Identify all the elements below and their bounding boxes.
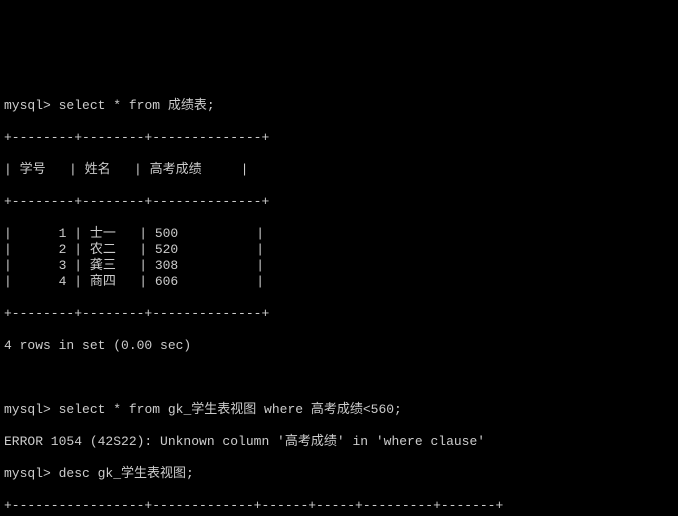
table1-border-bot: +--------+--------+--------------+ bbox=[4, 306, 674, 322]
query-1: select * from 成绩表; bbox=[59, 98, 215, 113]
mysql-prompt: mysql> bbox=[4, 466, 51, 481]
table1-row: | 1 | 士一 | 500 | bbox=[4, 226, 674, 242]
query-2: select * from gk_学生表视图 where 高考成绩<560; bbox=[59, 402, 402, 417]
table2-border-top: +-----------------+-------------+------+… bbox=[4, 498, 674, 514]
table1-row: | 3 | 龚三 | 308 | bbox=[4, 258, 674, 274]
table1-header: | 学号 | 姓名 | 高考成绩 | bbox=[4, 162, 674, 178]
table1-status: 4 rows in set (0.00 sec) bbox=[4, 338, 674, 354]
error-line: ERROR 1054 (42S22): Unknown column '高考成绩… bbox=[4, 434, 674, 450]
table1-row: | 2 | 农二 | 520 | bbox=[4, 242, 674, 258]
mysql-prompt: mysql> bbox=[4, 98, 51, 113]
terminal-output: mysql> select * from 成绩表; +--------+----… bbox=[0, 80, 678, 516]
query-3: desc gk_学生表视图; bbox=[59, 466, 194, 481]
table1-border-top: +--------+--------+--------------+ bbox=[4, 130, 674, 146]
table1-border-mid: +--------+--------+--------------+ bbox=[4, 194, 674, 210]
mysql-prompt: mysql> bbox=[4, 402, 51, 417]
table1-row: | 4 | 商四 | 606 | bbox=[4, 274, 674, 290]
